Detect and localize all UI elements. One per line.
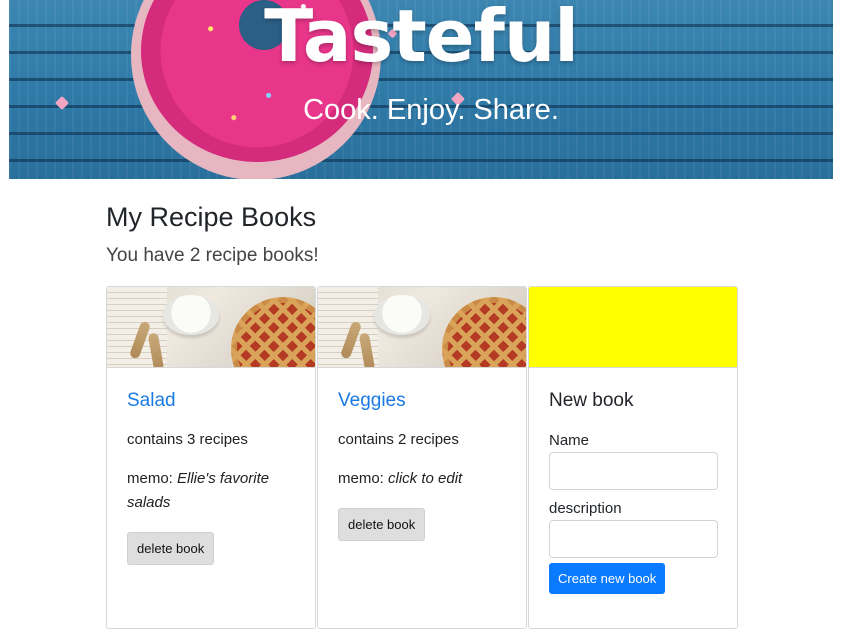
book-title-link[interactable]: Veggies — [338, 388, 506, 414]
new-book-card: New book Name description Create new boo… — [528, 286, 738, 629]
page-title: My Recipe Books — [106, 202, 317, 232]
pie-image — [442, 297, 526, 367]
recipe-book-card: Salad contains 3 recipes memo: Ellie's f… — [106, 286, 316, 629]
card-body: Veggies contains 2 recipes memo: click t… — [318, 368, 526, 541]
bowl-image — [163, 295, 219, 335]
recipe-book-cover-image — [107, 287, 315, 368]
memo-value[interactable]: click to edit — [388, 470, 462, 487]
book-title-link[interactable]: Salad — [127, 388, 295, 414]
hero-title: Tasteful — [264, 0, 579, 78]
memo-label: memo: — [127, 470, 178, 487]
delete-book-button[interactable]: delete book — [127, 532, 215, 565]
book-memo[interactable]: memo: click to edit — [338, 467, 506, 491]
book-memo[interactable]: memo: Ellie's favorite salads — [127, 467, 295, 515]
hero-subtitle: Cook. Enjoy. Share. — [303, 94, 559, 126]
recipe-count: contains 2 recipes — [338, 431, 459, 448]
recipe-book-card: Veggies contains 2 recipes memo: click t… — [317, 286, 527, 629]
page-lead: You have 2 recipe books! — [106, 245, 319, 266]
recipe-book-cover-image — [318, 287, 526, 368]
delete-book-button[interactable]: delete book — [338, 508, 426, 541]
name-input[interactable] — [549, 452, 718, 490]
description-input[interactable] — [549, 520, 718, 558]
card-body: Salad contains 3 recipes memo: Ellie's f… — [107, 368, 315, 565]
hero-banner: Tasteful Cook. Enjoy. Share. — [9, 0, 833, 179]
name-label: Name — [549, 432, 590, 449]
recipe-count: contains 3 recipes — [127, 431, 248, 448]
card-body: New book Name description Create new boo… — [529, 368, 737, 594]
description-label: description — [549, 500, 622, 517]
pie-image — [231, 297, 315, 367]
memo-label: memo: — [338, 470, 389, 487]
new-book-placeholder-image — [529, 287, 737, 368]
main-content: My Recipe Books You have 2 recipe books!… — [106, 197, 738, 629]
create-new-book-button[interactable]: Create new book — [549, 563, 666, 594]
bowl-image — [374, 295, 430, 335]
new-book-title: New book — [549, 390, 634, 411]
recipe-book-cards: Salad contains 3 recipes memo: Ellie's f… — [106, 286, 738, 629]
